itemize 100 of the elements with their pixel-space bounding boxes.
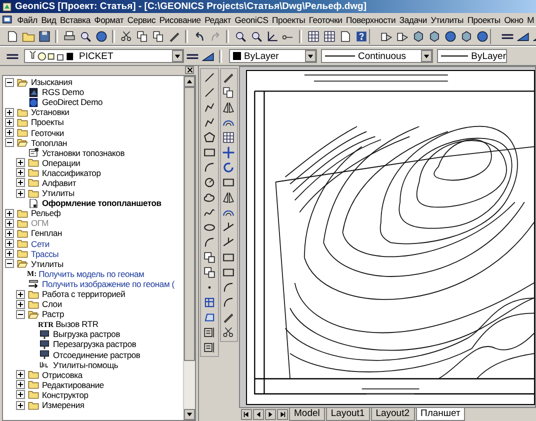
- expand-toggle[interactable]: [5, 239, 14, 248]
- menu-item[interactable]: Файл: [15, 14, 40, 24]
- box-icon[interactable]: [460, 30, 472, 42]
- menu-item[interactable]: Сервис: [125, 14, 158, 24]
- close-button[interactable]: [185, 66, 194, 74]
- polygon-icon[interactable]: [202, 131, 216, 144]
- menu-item[interactable]: Окно: [502, 14, 526, 24]
- menu-item[interactable]: Проекты: [270, 14, 308, 24]
- block-icon[interactable]: [202, 251, 216, 264]
- zoom-window-icon[interactable]: [250, 30, 262, 42]
- tree-item[interactable]: Растр: [42, 309, 64, 320]
- rect-icon[interactable]: [222, 176, 236, 189]
- tree-item[interactable]: Установки: [31, 107, 70, 118]
- rect-icon[interactable]: [222, 251, 236, 264]
- linetype-dropdown[interactable]: Continuous: [321, 49, 433, 63]
- scissors-icon[interactable]: [222, 326, 236, 339]
- arc-icon[interactable]: [202, 161, 216, 174]
- tree-item[interactable]: Установки топознаков: [42, 148, 125, 158]
- expand-toggle[interactable]: [5, 228, 14, 238]
- lineweight-dropdown[interactable]: ByLayer: [437, 49, 507, 63]
- expand-toggle[interactable]: [5, 218, 14, 228]
- rect-icon[interactable]: [222, 266, 236, 279]
- menu-item[interactable]: Утилиты: [428, 14, 466, 24]
- tree-item[interactable]: Получить изображение по геонам (: [42, 278, 174, 289]
- menu-item[interactable]: Геоточки: [307, 14, 344, 24]
- menu-item[interactable]: Задачи: [397, 14, 429, 24]
- sphere-icon[interactable]: [444, 30, 456, 42]
- expand-toggle[interactable]: [16, 380, 25, 390]
- textbox-icon[interactable]: [202, 326, 216, 339]
- ball-icon[interactable]: [476, 30, 488, 42]
- dropdown-button[interactable]: [172, 50, 183, 62]
- solid-cube-icon[interactable]: [428, 30, 440, 42]
- zoom-icon[interactable]: [234, 30, 246, 42]
- help-icon[interactable]: [354, 30, 368, 42]
- block-icon[interactable]: [202, 266, 216, 279]
- sheet-tab[interactable]: Layout2: [370, 408, 414, 421]
- expand-toggle[interactable]: [5, 108, 14, 117]
- menu-item[interactable]: Редакт: [202, 14, 233, 24]
- expand-toggle[interactable]: [16, 390, 25, 400]
- mirror-icon[interactable]: [222, 191, 236, 204]
- tree-item[interactable]: RGS Demo: [42, 87, 84, 98]
- copy-icon[interactable]: [222, 86, 236, 99]
- tree-item[interactable]: Слои: [42, 299, 62, 310]
- first-tab-button[interactable]: [241, 409, 252, 420]
- expand-toggle[interactable]: [5, 208, 14, 218]
- tree-item[interactable]: Перезагрузка растров: [53, 339, 136, 350]
- tree-item[interactable]: ОГМ: [31, 218, 48, 228]
- copy-icon[interactable]: [136, 30, 148, 42]
- expand-toggle[interactable]: [16, 158, 25, 168]
- cut-icon[interactable]: [120, 30, 132, 42]
- collapse-toggle[interactable]: [5, 259, 14, 268]
- textbox-icon[interactable]: [202, 341, 216, 354]
- preview-icon[interactable]: [78, 30, 92, 42]
- menu-item[interactable]: М: [525, 14, 536, 24]
- dropdown-button[interactable]: [421, 50, 432, 62]
- move-icon[interactable]: [222, 146, 236, 159]
- expand-toggle[interactable]: [16, 188, 25, 198]
- circle-icon[interactable]: [202, 176, 216, 189]
- menu-item[interactable]: Формат: [92, 14, 126, 24]
- tree-item[interactable]: Выгрузка растров: [53, 329, 120, 340]
- ellipse-icon[interactable]: [202, 221, 216, 234]
- dropdown-button[interactable]: [305, 50, 316, 62]
- tree-item[interactable]: Работа с территорией: [42, 289, 126, 300]
- menu-item[interactable]: Поверхности: [344, 14, 398, 24]
- expand-toggle[interactable]: [16, 400, 25, 410]
- tree-item[interactable]: Генплан: [31, 228, 62, 238]
- cube-icon[interactable]: [412, 30, 424, 42]
- expand-toggle[interactable]: [5, 128, 14, 138]
- tree-item[interactable]: Трассы: [31, 248, 59, 259]
- tree-item[interactable]: Утилиты-помощь: [53, 360, 118, 370]
- polyline-icon[interactable]: [202, 116, 216, 129]
- tree-item[interactable]: Проекты: [31, 117, 64, 128]
- tree-item[interactable]: Утилиты: [31, 258, 64, 269]
- new-file-icon[interactable]: [6, 30, 18, 42]
- expand-toggle[interactable]: [5, 118, 14, 127]
- color-dropdown[interactable]: ByLayer: [229, 49, 317, 63]
- next-tab-button[interactable]: [265, 409, 276, 420]
- expand-toggle[interactable]: [16, 300, 25, 309]
- tree-item[interactable]: Конструктор: [42, 390, 88, 400]
- expand-toggle[interactable]: [5, 249, 14, 258]
- tree-item[interactable]: Утилиты: [42, 188, 74, 198]
- tree-item[interactable]: Классификатор: [42, 168, 101, 178]
- tree-item[interactable]: Алфавит: [42, 178, 76, 188]
- table-icon[interactable]: [306, 30, 320, 42]
- tree-item[interactable]: Вызов RTR: [56, 319, 98, 330]
- arc-icon[interactable]: [222, 281, 236, 294]
- tree-item[interactable]: Измерения: [42, 400, 84, 410]
- menu-item[interactable]: Рисование: [158, 14, 203, 24]
- scroll-up-button[interactable]: [184, 76, 195, 87]
- rotate-icon[interactable]: [222, 161, 236, 174]
- tree-item[interactable]: Отрисовка: [42, 370, 82, 380]
- paste-icon[interactable]: [152, 30, 164, 42]
- save-icon[interactable]: [38, 30, 50, 42]
- app-menu-icon[interactable]: [2, 14, 12, 25]
- tree-item[interactable]: GeoDirect Demo: [42, 97, 102, 108]
- tree-item[interactable]: Сети: [31, 238, 50, 249]
- layer-tool-icon[interactable]: [202, 50, 214, 62]
- menu-item[interactable]: Проекты: [465, 14, 502, 24]
- tree-item[interactable]: Операции: [42, 158, 80, 168]
- print-icon[interactable]: [62, 30, 76, 42]
